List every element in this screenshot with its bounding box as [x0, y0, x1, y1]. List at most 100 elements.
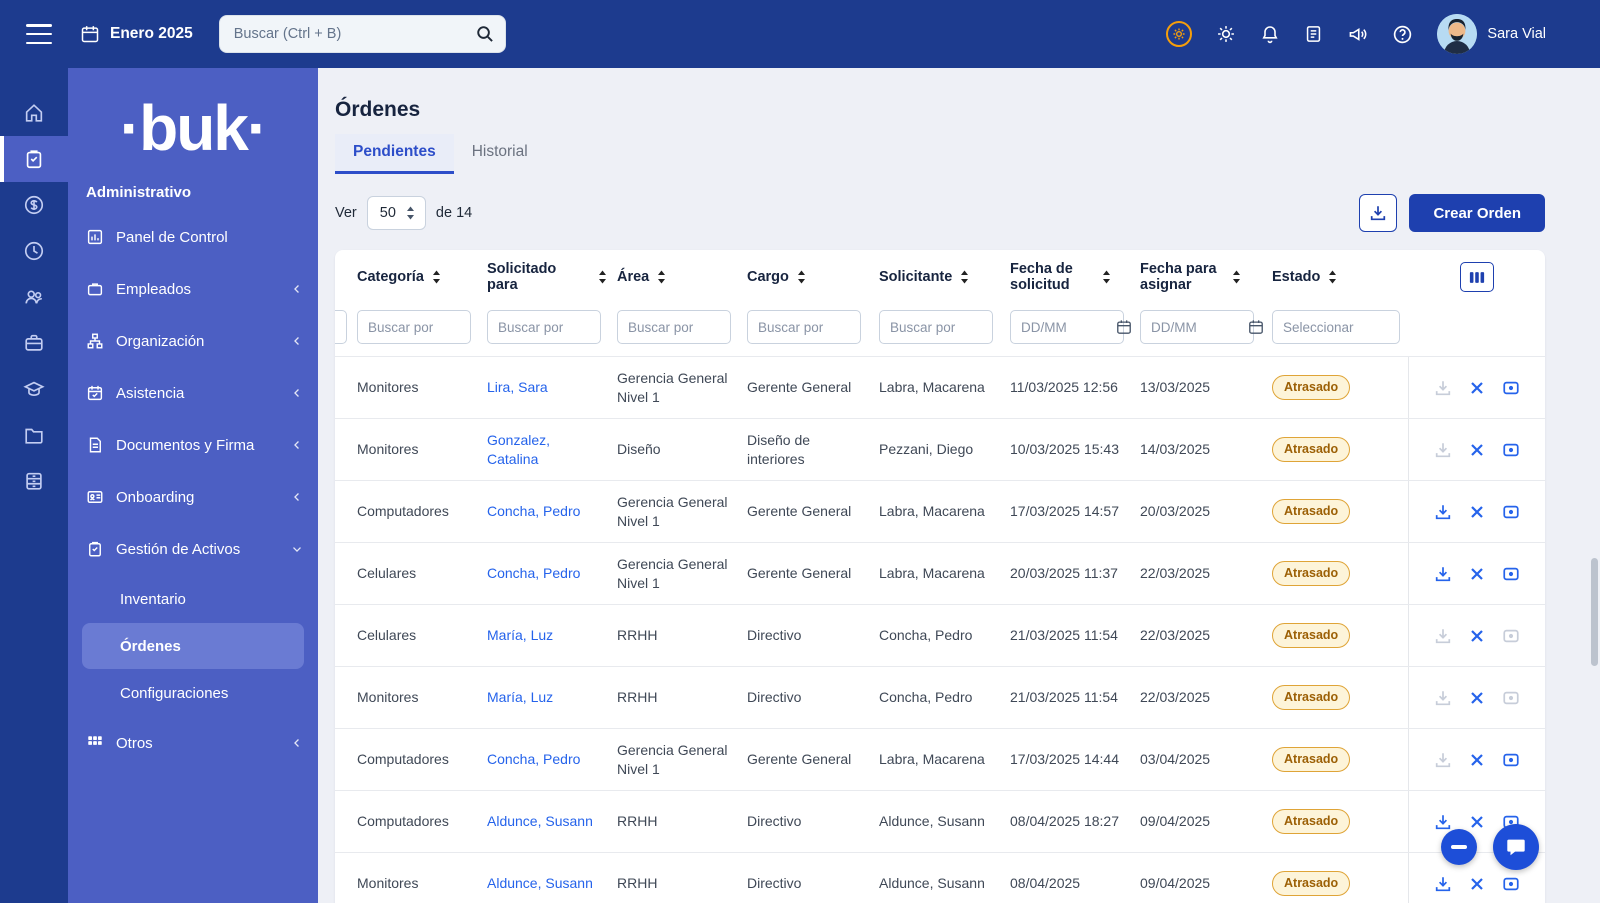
filter-solicitante-input[interactable] — [879, 310, 993, 344]
cancel-order-button[interactable] — [1470, 629, 1484, 643]
tab-pendientes[interactable]: Pendientes — [335, 134, 454, 174]
col-estado[interactable]: Estado — [1272, 269, 1408, 285]
cancel-order-button[interactable] — [1470, 505, 1484, 519]
rail-briefcase-icon[interactable] — [0, 320, 68, 366]
rail-money-icon[interactable] — [0, 182, 68, 228]
cancel-order-button[interactable] — [1470, 443, 1484, 457]
download-order-button[interactable] — [1434, 875, 1452, 893]
cancel-order-button[interactable] — [1470, 753, 1484, 767]
rail-education-icon[interactable] — [0, 366, 68, 412]
col-fecha-asignar[interactable]: Fecha para asignar — [1140, 261, 1272, 293]
user-menu[interactable]: Sara Vial — [1437, 14, 1546, 54]
cell-solicitado-link[interactable]: Aldunce, Susann — [487, 875, 593, 891]
view-order-button[interactable] — [1502, 689, 1520, 707]
rail-assets-icon[interactable] — [0, 136, 68, 182]
sort-icon[interactable] — [797, 270, 806, 284]
cell-solicitado-link[interactable]: Concha, Pedro — [487, 565, 580, 581]
view-order-button[interactable] — [1502, 627, 1520, 645]
page-size-select[interactable]: 50 — [367, 196, 426, 230]
view-order-button[interactable] — [1502, 441, 1520, 459]
view-order-button[interactable] — [1502, 379, 1520, 397]
export-button[interactable] — [1359, 194, 1397, 232]
download-order-button[interactable] — [1434, 565, 1452, 583]
filter-area-input[interactable] — [617, 310, 731, 344]
create-order-button[interactable]: Crear Orden — [1409, 194, 1545, 232]
sidebar-item-onboarding[interactable]: Onboarding — [68, 471, 318, 523]
filter-solicitado-input[interactable] — [487, 310, 601, 344]
rail-cabinet-icon[interactable] — [0, 458, 68, 504]
quick-settings-button[interactable] — [1166, 21, 1192, 47]
column-settings-button[interactable] — [1460, 262, 1494, 292]
cancel-order-button[interactable] — [1470, 815, 1484, 829]
sort-icon[interactable] — [1328, 270, 1337, 284]
cell-solicitado-link[interactable]: Aldunce, Susann — [487, 813, 593, 829]
sort-icon[interactable] — [598, 270, 607, 284]
sort-icon[interactable] — [657, 270, 666, 284]
sidebar-item-organizacion[interactable]: Organización — [68, 315, 318, 367]
col-solicitante[interactable]: Solicitante — [879, 269, 1010, 285]
filter-estado-select[interactable]: Seleccionar — [1272, 310, 1400, 344]
filter-cargo-input[interactable] — [747, 310, 861, 344]
cancel-order-button[interactable] — [1470, 567, 1484, 581]
view-order-button[interactable] — [1502, 565, 1520, 583]
tab-historial[interactable]: Historial — [454, 134, 546, 174]
vertical-scrollbar[interactable] — [1591, 558, 1598, 666]
help-button[interactable] — [1392, 24, 1413, 45]
rail-people-icon[interactable] — [0, 274, 68, 320]
sidebar-subitem-ordenes[interactable]: Órdenes — [82, 623, 304, 669]
rail-home-icon[interactable] — [0, 90, 68, 136]
sidebar-subitem-configuraciones[interactable]: Configuraciones — [68, 669, 318, 717]
sort-icon[interactable] — [960, 270, 969, 284]
clipped-filter-input[interactable] — [335, 310, 347, 344]
download-order-button[interactable] — [1434, 813, 1452, 831]
col-categoria[interactable]: Categoría — [357, 269, 487, 285]
calendar-icon[interactable] — [1116, 319, 1132, 335]
view-order-button[interactable] — [1502, 503, 1520, 521]
announcements-button[interactable] — [1347, 24, 1368, 44]
chat-button[interactable] — [1493, 824, 1539, 870]
download-order-button[interactable] — [1434, 503, 1452, 521]
sidebar-item-empleados[interactable]: Empleados — [68, 263, 318, 315]
filter-fecha-solicitud-input[interactable] — [1010, 310, 1124, 344]
sidebar-item-otros[interactable]: Otros — [68, 717, 318, 769]
view-order-button[interactable] — [1502, 875, 1520, 893]
sidebar-item-asistencia[interactable]: Asistencia — [68, 367, 318, 419]
download-order-button[interactable] — [1434, 627, 1452, 645]
chat-minimized-button[interactable] — [1441, 829, 1477, 865]
settings-button[interactable] — [1216, 24, 1236, 44]
sidebar-subitem-inventario[interactable]: Inventario — [68, 575, 318, 623]
cell-solicitado-link[interactable]: María, Luz — [487, 627, 553, 643]
rail-folder-icon[interactable] — [0, 412, 68, 458]
cell-solicitado-link[interactable]: Lira, Sara — [487, 379, 548, 395]
rail-time-icon[interactable] — [0, 228, 68, 274]
search-icon[interactable] — [475, 24, 494, 43]
download-order-button[interactable] — [1434, 379, 1452, 397]
news-button[interactable] — [1304, 24, 1323, 44]
calendar-icon[interactable] — [1248, 319, 1264, 335]
menu-toggle-icon[interactable] — [26, 24, 52, 44]
search-input[interactable] — [219, 15, 506, 53]
sort-icon[interactable] — [1232, 270, 1241, 284]
view-order-button[interactable] — [1502, 751, 1520, 769]
download-order-button[interactable] — [1434, 689, 1452, 707]
cell-solicitado-link[interactable]: María, Luz — [487, 689, 553, 705]
sidebar-item-gestion-de-activos[interactable]: Gestión de Activos — [68, 523, 318, 575]
sort-icon[interactable] — [432, 270, 441, 284]
cell-solicitado-link[interactable]: Concha, Pedro — [487, 751, 580, 767]
sidebar-item-documentos-y-firma[interactable]: Documentos y Firma — [68, 419, 318, 471]
sidebar-item-panel-de-control[interactable]: Panel de Control — [68, 211, 318, 263]
col-fecha-solicitud[interactable]: Fecha de solicitud — [1010, 261, 1140, 293]
col-area[interactable]: Área — [617, 269, 747, 285]
download-order-button[interactable] — [1434, 441, 1452, 459]
cancel-order-button[interactable] — [1470, 381, 1484, 395]
filter-categoria-input[interactable] — [357, 310, 471, 344]
cell-solicitado-link[interactable]: Concha, Pedro — [487, 503, 580, 519]
cancel-order-button[interactable] — [1470, 877, 1484, 891]
cancel-order-button[interactable] — [1470, 691, 1484, 705]
col-solicitado-para[interactable]: Solicitado para — [487, 261, 617, 293]
period-selector[interactable]: Enero 2025 — [80, 24, 193, 44]
notifications-button[interactable] — [1260, 24, 1280, 45]
download-order-button[interactable] — [1434, 751, 1452, 769]
col-cargo[interactable]: Cargo — [747, 269, 879, 285]
filter-fecha-asignar-input[interactable] — [1140, 310, 1254, 344]
